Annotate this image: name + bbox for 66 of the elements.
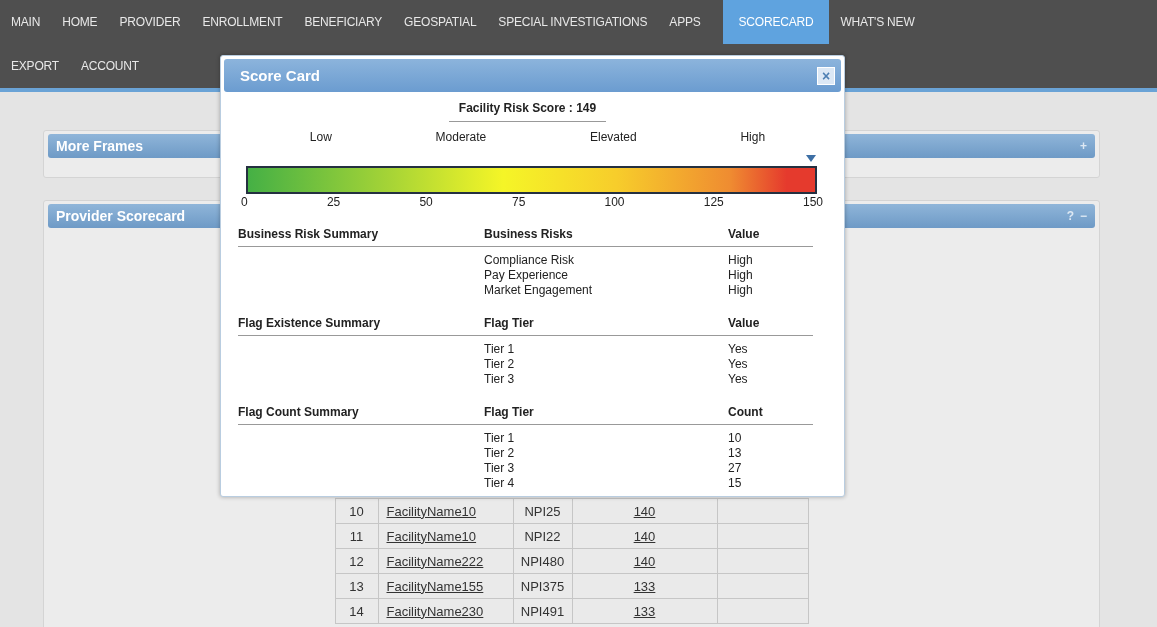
nav-tab[interactable]: GEOSPATIAL xyxy=(393,0,488,44)
section-heading: Flag Existence Summary xyxy=(238,316,382,330)
panel-title: More Frames xyxy=(56,138,144,154)
column-header: Value xyxy=(728,316,761,330)
scale-tick-label: 75 xyxy=(511,195,526,209)
table-cell: NPI25 xyxy=(513,498,572,524)
section-heading: Flag Count Summary xyxy=(238,405,360,419)
scale-tick-label: 100 xyxy=(604,195,625,209)
row-value: High xyxy=(728,283,754,298)
nav-tab[interactable]: HOME xyxy=(51,0,109,44)
row-value: Yes xyxy=(728,342,749,357)
panel-title: Provider Scorecard xyxy=(56,208,186,224)
band-label: High xyxy=(740,130,766,144)
scale-tick-label: 125 xyxy=(703,195,724,209)
nav-tab[interactable]: MAIN xyxy=(0,0,52,44)
score-link[interactable]: 140 xyxy=(633,503,656,519)
band-label: Moderate xyxy=(435,130,487,144)
score-link[interactable]: 133 xyxy=(633,578,656,594)
table-cell: 11 xyxy=(335,523,378,549)
band-label: Low xyxy=(309,130,332,144)
row-label: Compliance Risk xyxy=(484,253,576,268)
column-header: Flag Tier xyxy=(484,316,535,330)
row-value: Yes xyxy=(728,357,749,372)
column-header: Value xyxy=(728,227,761,241)
dialog-title: Score Card xyxy=(240,67,321,84)
row-label: Tier 1 xyxy=(484,342,516,357)
scale-tick-label: 150 xyxy=(802,195,823,209)
nav-tab[interactable]: WHAT'S NEW xyxy=(829,0,926,44)
nav-tab[interactable]: BENEFICIARY xyxy=(293,0,394,44)
row-value: 10 xyxy=(728,431,743,446)
nav-tab[interactable]: PROVIDER xyxy=(108,0,192,44)
table-cell: 10 xyxy=(335,498,378,524)
risk-score-title: Facility Risk Score : 149 xyxy=(448,101,607,122)
table-cell: 14 xyxy=(335,598,378,624)
row-label: Market Engagement xyxy=(484,283,594,298)
column-header: Flag Tier xyxy=(484,405,535,419)
column-header: Business Risks xyxy=(484,227,574,241)
nav-tab[interactable]: ENROLLMENT xyxy=(191,0,294,44)
row-value: High xyxy=(728,268,754,283)
row-value: 13 xyxy=(728,446,743,461)
nav-tab[interactable]: SPECIAL INVESTIGATIONS xyxy=(487,0,659,44)
scale-tick-label: 50 xyxy=(419,195,433,209)
section-heading: Business Risk Summary xyxy=(238,227,380,241)
score-link[interactable]: 133 xyxy=(633,603,656,619)
band-label: Elevated xyxy=(590,130,637,144)
row-value: High xyxy=(728,253,754,268)
row-value: Yes xyxy=(728,372,749,387)
scale-tick-label: 25 xyxy=(326,195,341,209)
column-header: Count xyxy=(728,405,764,419)
scale-tick-label: 0 xyxy=(241,195,248,209)
table-cell: 13 xyxy=(335,573,378,599)
nav-tab[interactable]: ACCOUNT xyxy=(69,44,150,88)
row-label: Tier 3 xyxy=(484,461,516,476)
row-label: Tier 3 xyxy=(484,372,516,387)
row-value: 27 xyxy=(728,461,743,476)
nav-tab[interactable]: APPS xyxy=(658,0,712,44)
row-label: Tier 2 xyxy=(484,446,516,461)
table-cell: 12 xyxy=(335,548,378,574)
nav-tab[interactable]: EXPORT xyxy=(0,44,70,88)
row-label: Tier 4 xyxy=(484,476,516,491)
score-link[interactable]: 140 xyxy=(633,553,656,569)
score-link[interactable]: 140 xyxy=(633,528,656,544)
row-label: Tier 2 xyxy=(484,357,516,372)
row-label: Pay Experience xyxy=(484,268,570,283)
row-value: 15 xyxy=(728,476,743,491)
row-label: Tier 1 xyxy=(484,431,516,446)
